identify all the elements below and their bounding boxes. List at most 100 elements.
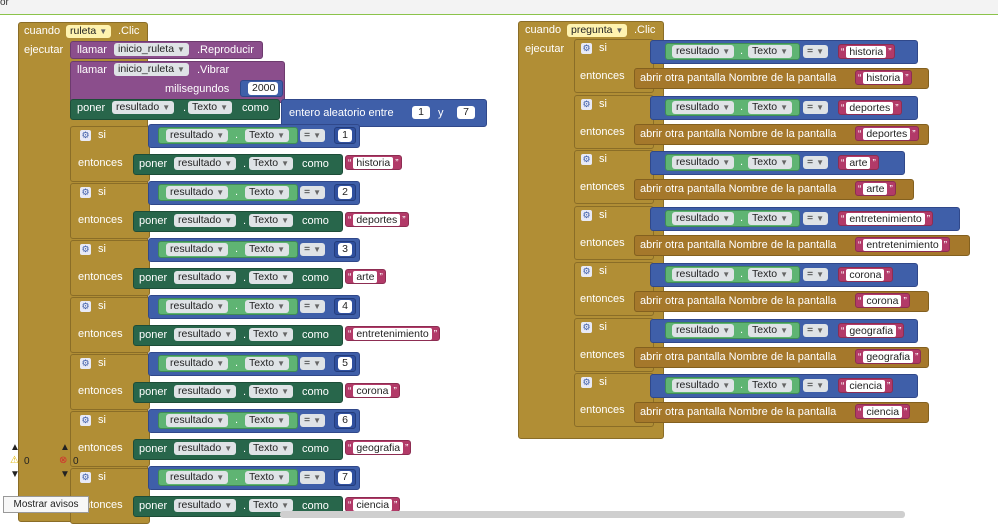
property-dropdown[interactable]: Texto ▼ <box>188 101 233 114</box>
result-dropdown[interactable]: resultado ▼ <box>672 100 735 114</box>
text-string-block[interactable]: “ciencia” <box>345 497 401 512</box>
text-string-block[interactable]: “arte” <box>855 181 896 197</box>
operator-dropdown[interactable]: = ▼ <box>803 212 829 226</box>
compare-number-field[interactable]: 3 <box>338 243 352 256</box>
result-dropdown[interactable]: resultado ▼ <box>166 243 229 256</box>
gear-icon[interactable]: ⚙ <box>80 244 91 255</box>
operator-dropdown[interactable]: = ▼ <box>803 45 829 58</box>
warning-down-arrow-icon[interactable]: ▼ <box>10 469 20 480</box>
gear-icon[interactable]: ⚙ <box>581 154 592 166</box>
blocks-workspace[interactable]: cuando ruleta ▼ .Clic ejecutar llamar ini… <box>0 15 998 524</box>
property-dropdown[interactable]: Texto ▼ <box>748 100 793 114</box>
text-string-value[interactable]: geografia <box>846 324 897 337</box>
text-string-value[interactable]: historia <box>863 72 904 84</box>
text-string-value[interactable]: historia <box>353 157 394 169</box>
property-dropdown[interactable]: Texto ▼ <box>249 442 294 455</box>
property-dropdown[interactable]: Texto ▼ <box>245 414 290 427</box>
property-dropdown[interactable]: Texto ▼ <box>245 243 290 256</box>
operator-dropdown[interactable]: = ▼ <box>300 243 326 256</box>
text-string-block[interactable]: “historia” <box>345 155 402 170</box>
component-dropdown-pregunta[interactable]: pregunta ▼ <box>567 24 628 37</box>
text-string-block[interactable]: “arte” <box>345 269 386 284</box>
property-dropdown[interactable]: Texto ▼ <box>245 186 290 199</box>
text-string-value[interactable]: entretenimiento <box>863 239 942 252</box>
milliseconds-field[interactable]: 2000 <box>248 82 278 95</box>
property-dropdown[interactable]: Texto ▼ <box>245 471 290 484</box>
result-dropdown[interactable]: resultado ▼ <box>174 499 237 512</box>
text-string-value[interactable]: deportes <box>863 127 911 140</box>
operator-dropdown[interactable]: = ▼ <box>300 300 326 313</box>
text-string-block[interactable]: “arte” <box>838 155 879 171</box>
compare-number-field[interactable]: 4 <box>338 300 352 313</box>
text-string-value[interactable]: arte <box>846 157 871 170</box>
result-dropdown[interactable]: resultado ▼ <box>672 379 735 393</box>
text-string-block[interactable]: “entretenimiento” <box>855 237 951 253</box>
result-dropdown[interactable]: resultado ▼ <box>174 442 237 455</box>
result-dropdown[interactable]: resultado ▼ <box>672 45 735 58</box>
text-string-block[interactable]: “ciencia” <box>855 404 911 420</box>
component-dropdown-ruleta[interactable]: ruleta ▼ <box>66 25 112 38</box>
compare-number-field[interactable]: 7 <box>338 471 352 484</box>
result-dropdown[interactable]: resultado ▼ <box>174 385 237 398</box>
operator-dropdown[interactable]: = ▼ <box>300 129 326 142</box>
gear-icon[interactable]: ⚙ <box>581 98 592 110</box>
text-string-value[interactable]: historia <box>846 46 887 58</box>
text-string-block[interactable]: “historia” <box>838 44 895 59</box>
property-dropdown[interactable]: Texto ▼ <box>748 323 793 337</box>
text-string-block[interactable]: “geografia” <box>345 440 412 455</box>
text-string-block[interactable]: “deportes” <box>345 212 409 227</box>
result-dropdown[interactable]: resultado ▼ <box>174 214 237 227</box>
sound-dropdown[interactable]: inicio_ruleta ▼ <box>114 63 189 76</box>
gear-icon[interactable]: ⚙ <box>80 472 91 483</box>
gear-icon[interactable]: ⚙ <box>80 301 91 312</box>
result-dropdown[interactable]: resultado ▼ <box>672 267 735 281</box>
operator-dropdown[interactable]: = ▼ <box>803 323 829 337</box>
result-dropdown[interactable]: resultado ▼ <box>174 157 237 170</box>
text-string-value[interactable]: arte <box>353 271 378 283</box>
sound-dropdown[interactable]: inicio_ruleta ▼ <box>114 43 189 56</box>
text-string-value[interactable]: ciencia <box>353 499 393 511</box>
error-down-arrow-icon[interactable]: ▼ <box>60 469 70 480</box>
property-dropdown[interactable]: Texto ▼ <box>748 379 793 393</box>
operator-dropdown[interactable]: = ▼ <box>300 414 326 427</box>
property-dropdown[interactable]: Texto ▼ <box>249 157 294 170</box>
gear-icon[interactable]: ⚙ <box>80 415 91 426</box>
text-string-block[interactable]: “corona” <box>345 383 400 398</box>
operator-dropdown[interactable]: = ▼ <box>803 156 829 170</box>
result-dropdown[interactable]: resultado ▼ <box>174 328 237 341</box>
gear-icon[interactable]: ⚙ <box>581 265 592 277</box>
result-dropdown[interactable]: resultado ▼ <box>112 101 175 114</box>
text-string-block[interactable]: “deportes” <box>838 99 902 115</box>
result-dropdown[interactable]: resultado ▼ <box>672 156 735 170</box>
result-dropdown[interactable]: resultado ▼ <box>174 271 237 284</box>
property-dropdown[interactable]: Texto ▼ <box>748 267 793 281</box>
operator-dropdown[interactable]: = ▼ <box>803 379 829 393</box>
text-string-block[interactable]: “geografia” <box>838 322 905 338</box>
result-dropdown[interactable]: resultado ▼ <box>166 471 229 484</box>
operator-dropdown[interactable]: = ▼ <box>300 186 326 199</box>
compare-number-field[interactable]: 2 <box>338 186 352 199</box>
property-dropdown[interactable]: Texto ▼ <box>748 212 793 226</box>
text-string-value[interactable]: geografia <box>863 350 914 363</box>
text-string-block[interactable]: “entretenimiento” <box>838 211 934 227</box>
property-dropdown[interactable]: Texto ▼ <box>249 214 294 227</box>
property-dropdown[interactable]: Texto ▼ <box>245 300 290 313</box>
result-dropdown[interactable]: resultado ▼ <box>166 129 229 142</box>
property-dropdown[interactable]: Texto ▼ <box>748 45 793 58</box>
compare-number-field[interactable]: 5 <box>338 357 352 370</box>
text-string-value[interactable]: deportes <box>846 101 894 114</box>
text-string-value[interactable]: arte <box>863 183 888 196</box>
text-string-value[interactable]: corona <box>353 385 392 397</box>
result-dropdown[interactable]: resultado ▼ <box>166 186 229 199</box>
compare-number-field[interactable]: 6 <box>338 414 352 427</box>
property-dropdown[interactable]: Texto ▼ <box>245 129 290 142</box>
text-string-value[interactable]: ciencia <box>863 406 903 419</box>
property-dropdown[interactable]: Texto ▼ <box>249 385 294 398</box>
gear-icon[interactable]: ⚙ <box>80 187 91 198</box>
gear-icon[interactable]: ⚙ <box>581 321 592 333</box>
text-string-block[interactable]: “historia” <box>855 70 912 85</box>
random-from-field[interactable]: 1 <box>412 106 430 119</box>
operator-dropdown[interactable]: = ▼ <box>300 357 326 370</box>
warning-up-arrow-icon[interactable]: ▲ <box>10 442 20 453</box>
operator-dropdown[interactable]: = ▼ <box>803 267 829 281</box>
